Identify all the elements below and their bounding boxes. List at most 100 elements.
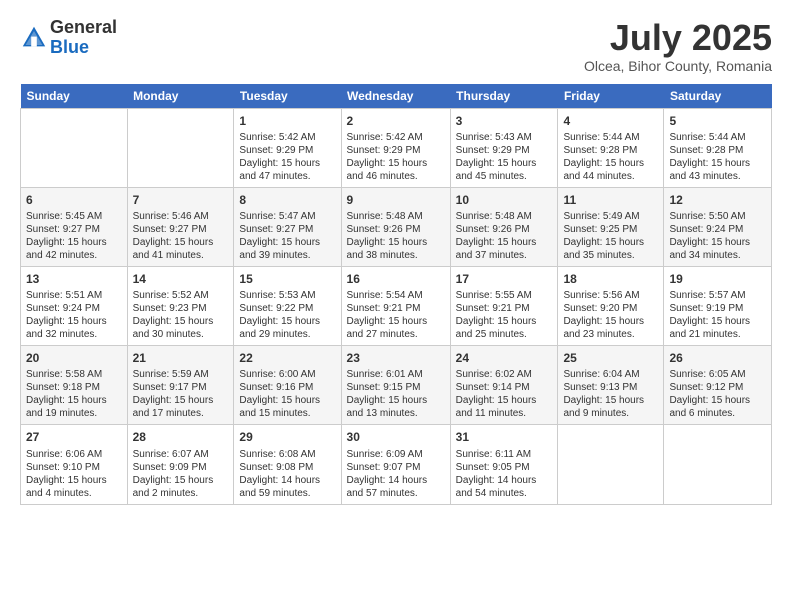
day-number: 8	[239, 192, 335, 208]
day-info: Sunrise: 5:49 AM Sunset: 9:25 PM Dayligh…	[563, 210, 658, 262]
calendar-header-row: SundayMondayTuesdayWednesdayThursdayFrid…	[21, 84, 772, 109]
day-number: 28	[133, 429, 229, 445]
logo: General Blue	[20, 18, 117, 58]
logo-icon	[20, 24, 48, 52]
day-info: Sunrise: 5:59 AM Sunset: 9:17 PM Dayligh…	[133, 368, 229, 420]
day-info: Sunrise: 6:01 AM Sunset: 9:15 PM Dayligh…	[347, 368, 445, 420]
calendar-day-cell: 12Sunrise: 5:50 AM Sunset: 9:24 PM Dayli…	[664, 187, 772, 266]
calendar-day-header: Wednesday	[341, 84, 450, 109]
calendar-table: SundayMondayTuesdayWednesdayThursdayFrid…	[20, 84, 772, 505]
calendar-day-cell: 28 Sunrise: 6:07 AM Sunset: 9:09 PM Dayli…	[127, 425, 234, 504]
day-number: 26	[669, 350, 766, 366]
day-info: Sunrise: 5:46 AM Sunset: 9:27 PM Dayligh…	[133, 210, 229, 262]
day-info: Sunrise: 5:55 AM Sunset: 9:21 PM Dayligh…	[456, 289, 553, 341]
calendar-day-cell: 19Sunrise: 5:57 AM Sunset: 9:19 PM Dayli…	[664, 266, 772, 345]
calendar-day-header: Saturday	[664, 84, 772, 109]
calendar-day-cell: 20 Sunrise: 5:58 AM Sunset: 9:18 PM Dayli…	[21, 346, 128, 425]
month-title: July 2025	[584, 18, 772, 58]
calendar-day-cell: 16 Sunrise: 5:54 AM Sunset: 9:21 PM Dayli…	[341, 266, 450, 345]
calendar-day-cell: 13 Sunrise: 5:51 AM Sunset: 9:24 PM Dayli…	[21, 266, 128, 345]
day-info: Sunrise: 5:52 AM Sunset: 9:23 PM Dayligh…	[133, 289, 229, 341]
day-number: 18	[563, 271, 658, 287]
day-number: 9	[347, 192, 445, 208]
calendar-day-cell: 25 Sunrise: 6:04 AM Sunset: 9:13 PM Dayli…	[558, 346, 664, 425]
calendar-day-cell: 29 Sunrise: 6:08 AM Sunset: 9:08 PM Dayli…	[234, 425, 341, 504]
calendar-day-cell: 6 Sunrise: 5:45 AM Sunset: 9:27 PM Daylig…	[21, 187, 128, 266]
calendar-day-header: Sunday	[21, 84, 128, 109]
calendar-day-cell	[21, 108, 128, 187]
day-number: 17	[456, 271, 553, 287]
logo-general-text: General	[50, 17, 117, 37]
day-number: 4	[563, 113, 658, 129]
day-info: Sunrise: 5:42 AM Sunset: 9:29 PM Dayligh…	[347, 131, 445, 183]
day-info: Sunrise: 5:51 AM Sunset: 9:24 PM Dayligh…	[26, 289, 122, 341]
day-info: Sunrise: 5:45 AM Sunset: 9:27 PM Dayligh…	[26, 210, 122, 262]
day-info: Sunrise: 5:58 AM Sunset: 9:18 PM Dayligh…	[26, 368, 122, 420]
calendar-week-row: 13 Sunrise: 5:51 AM Sunset: 9:24 PM Dayli…	[21, 266, 772, 345]
calendar-day-cell: 15Sunrise: 5:53 AM Sunset: 9:22 PM Dayli…	[234, 266, 341, 345]
calendar-day-cell: 26 Sunrise: 6:05 AM Sunset: 9:12 PM Dayli…	[664, 346, 772, 425]
day-info: Sunrise: 6:07 AM Sunset: 9:09 PM Dayligh…	[133, 448, 229, 500]
calendar-day-cell: 24 Sunrise: 6:02 AM Sunset: 9:14 PM Dayli…	[450, 346, 558, 425]
day-number: 31	[456, 429, 553, 445]
calendar-day-cell	[664, 425, 772, 504]
day-number: 7	[133, 192, 229, 208]
calendar-day-cell: 22 Sunrise: 6:00 AM Sunset: 9:16 PM Dayli…	[234, 346, 341, 425]
day-number: 30	[347, 429, 445, 445]
calendar-day-header: Tuesday	[234, 84, 341, 109]
day-info: Sunrise: 5:57 AM Sunset: 9:19 PM Dayligh…	[669, 289, 766, 341]
day-number: 16	[347, 271, 445, 287]
day-info: Sunrise: 5:48 AM Sunset: 9:26 PM Dayligh…	[347, 210, 445, 262]
calendar-day-cell: 2Sunrise: 5:42 AM Sunset: 9:29 PM Daylig…	[341, 108, 450, 187]
calendar-day-cell: 21 Sunrise: 5:59 AM Sunset: 9:17 PM Dayli…	[127, 346, 234, 425]
day-info: Sunrise: 6:06 AM Sunset: 9:10 PM Dayligh…	[26, 448, 122, 500]
day-info: Sunrise: 6:05 AM Sunset: 9:12 PM Dayligh…	[669, 368, 766, 420]
day-number: 25	[563, 350, 658, 366]
day-number: 6	[26, 192, 122, 208]
day-number: 29	[239, 429, 335, 445]
calendar-day-cell	[127, 108, 234, 187]
calendar-week-row: 20 Sunrise: 5:58 AM Sunset: 9:18 PM Dayli…	[21, 346, 772, 425]
calendar-day-header: Friday	[558, 84, 664, 109]
calendar-day-cell: 31Sunrise: 6:11 AM Sunset: 9:05 PM Dayli…	[450, 425, 558, 504]
day-info: Sunrise: 6:02 AM Sunset: 9:14 PM Dayligh…	[456, 368, 553, 420]
day-number: 21	[133, 350, 229, 366]
calendar-day-cell: 4 Sunrise: 5:44 AM Sunset: 9:28 PM Daylig…	[558, 108, 664, 187]
day-number: 20	[26, 350, 122, 366]
calendar-day-cell: 11Sunrise: 5:49 AM Sunset: 9:25 PM Dayli…	[558, 187, 664, 266]
logo-blue-text: Blue	[50, 37, 89, 57]
calendar-day-cell: 10Sunrise: 5:48 AM Sunset: 9:26 PM Dayli…	[450, 187, 558, 266]
calendar-day-header: Thursday	[450, 84, 558, 109]
calendar-day-cell: 3Sunrise: 5:43 AM Sunset: 9:29 PM Daylig…	[450, 108, 558, 187]
day-number: 27	[26, 429, 122, 445]
day-info: Sunrise: 5:56 AM Sunset: 9:20 PM Dayligh…	[563, 289, 658, 341]
day-number: 22	[239, 350, 335, 366]
day-info: Sunrise: 5:48 AM Sunset: 9:26 PM Dayligh…	[456, 210, 553, 262]
day-info: Sunrise: 5:44 AM Sunset: 9:28 PM Dayligh…	[669, 131, 766, 183]
day-info: Sunrise: 5:50 AM Sunset: 9:24 PM Dayligh…	[669, 210, 766, 262]
calendar-day-cell: 27 Sunrise: 6:06 AM Sunset: 9:10 PM Dayli…	[21, 425, 128, 504]
day-number: 23	[347, 350, 445, 366]
calendar-day-cell: 9 Sunrise: 5:48 AM Sunset: 9:26 PM Daylig…	[341, 187, 450, 266]
day-info: Sunrise: 5:54 AM Sunset: 9:21 PM Dayligh…	[347, 289, 445, 341]
day-info: Sunrise: 5:44 AM Sunset: 9:28 PM Dayligh…	[563, 131, 658, 183]
calendar-day-cell: 18 Sunrise: 5:56 AM Sunset: 9:20 PM Dayli…	[558, 266, 664, 345]
day-info: Sunrise: 5:47 AM Sunset: 9:27 PM Dayligh…	[239, 210, 335, 262]
calendar-day-cell: 23 Sunrise: 6:01 AM Sunset: 9:15 PM Dayli…	[341, 346, 450, 425]
day-info: Sunrise: 5:43 AM Sunset: 9:29 PM Dayligh…	[456, 131, 553, 183]
day-info: Sunrise: 6:08 AM Sunset: 9:08 PM Dayligh…	[239, 448, 335, 500]
calendar-day-cell	[558, 425, 664, 504]
day-number: 24	[456, 350, 553, 366]
day-number: 13	[26, 271, 122, 287]
day-number: 15	[239, 271, 335, 287]
calendar-day-cell: 8 Sunrise: 5:47 AM Sunset: 9:27 PM Daylig…	[234, 187, 341, 266]
day-info: Sunrise: 6:09 AM Sunset: 9:07 PM Dayligh…	[347, 448, 445, 500]
calendar-day-cell: 7 Sunrise: 5:46 AM Sunset: 9:27 PM Daylig…	[127, 187, 234, 266]
day-number: 14	[133, 271, 229, 287]
day-info: Sunrise: 6:00 AM Sunset: 9:16 PM Dayligh…	[239, 368, 335, 420]
calendar-day-cell: 30 Sunrise: 6:09 AM Sunset: 9:07 PM Dayli…	[341, 425, 450, 504]
day-info: Sunrise: 5:42 AM Sunset: 9:29 PM Dayligh…	[239, 131, 335, 183]
calendar-day-header: Monday	[127, 84, 234, 109]
day-info: Sunrise: 6:04 AM Sunset: 9:13 PM Dayligh…	[563, 368, 658, 420]
title-section: July 2025 Olcea, Bihor County, Romania	[584, 18, 772, 74]
